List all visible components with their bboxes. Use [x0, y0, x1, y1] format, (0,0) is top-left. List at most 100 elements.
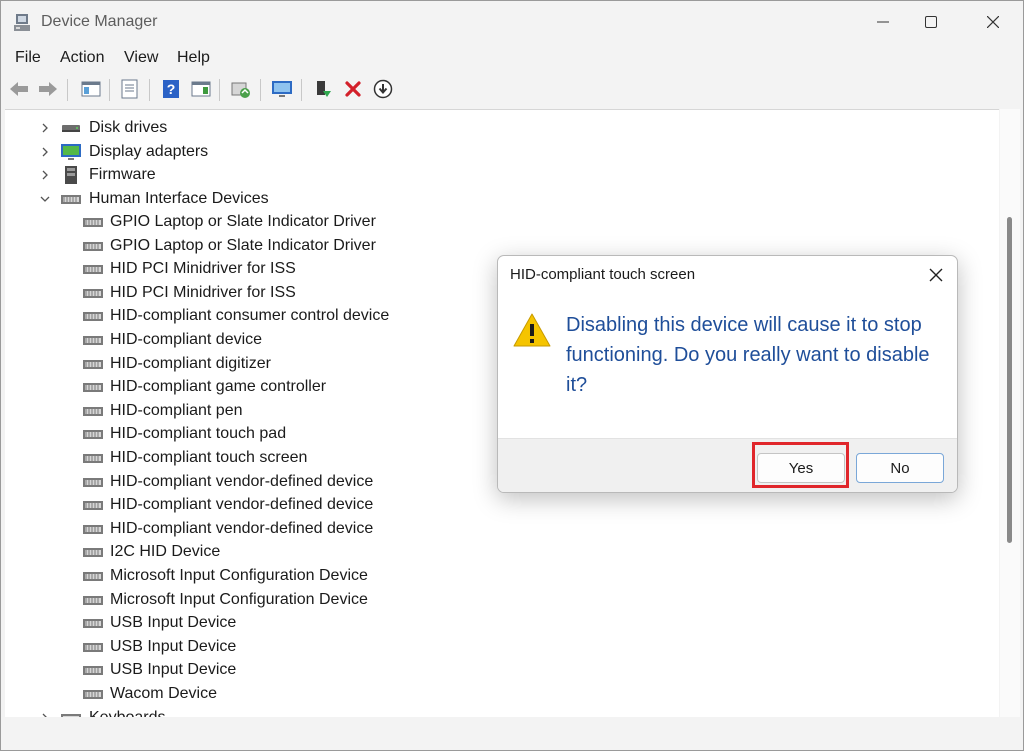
dialog-close-button[interactable]: [923, 262, 949, 288]
menu-view[interactable]: View: [124, 49, 158, 67]
hid-device-item[interactable]: HID-compliant consumer control device: [83, 304, 389, 327]
close-icon: [929, 268, 943, 282]
hid-device-item[interactable]: HID-compliant vendor-defined device: [83, 493, 373, 516]
hid-device-icon: [83, 359, 103, 369]
hid-device-item[interactable]: I2C HID Device: [83, 540, 220, 563]
hid-device-item[interactable]: HID-compliant game controller: [83, 375, 326, 398]
hid-device-item[interactable]: Microsoft Input Configuration Device: [83, 564, 368, 587]
minimize-button[interactable]: [858, 1, 908, 43]
chevron-right-icon[interactable]: [39, 169, 51, 181]
hid-device-item[interactable]: HID-compliant digitizer: [83, 352, 271, 375]
hid-device-icon: [83, 335, 103, 345]
close-window-button[interactable]: [968, 1, 1018, 43]
chevron-down-icon[interactable]: [39, 193, 51, 205]
title-bar: Device Manager: [1, 1, 1023, 43]
menu-action[interactable]: Action: [60, 49, 104, 67]
hid-device-label: HID-compliant vendor-defined device: [110, 472, 374, 490]
svg-text:?: ?: [167, 81, 176, 97]
uninstall-device-button[interactable]: [341, 77, 365, 101]
vertical-scrollbar[interactable]: [1000, 109, 1020, 717]
chevron-right-icon[interactable]: [39, 122, 51, 134]
tree-category-disk-drives[interactable]: Disk drives: [5, 116, 167, 139]
help-button[interactable]: ?: [159, 77, 183, 101]
scrollbar-thumb[interactable]: [1007, 217, 1012, 543]
toolbar-separator: [260, 79, 261, 101]
show-hide-console-tree-button[interactable]: [79, 77, 103, 101]
monitor-button[interactable]: [270, 77, 294, 101]
hid-device-label: HID PCI Minidriver for ISS: [110, 259, 296, 277]
dialog-footer: Yes No: [498, 438, 957, 492]
tree-category-firmware[interactable]: Firmware: [5, 163, 156, 186]
hid-device-item[interactable]: USB Input Device: [83, 611, 236, 634]
maximize-button[interactable]: [906, 1, 956, 43]
hid-device-label: HID-compliant game controller: [110, 377, 327, 395]
hid-device-icon: [83, 406, 103, 416]
hid-device-label: HID-compliant digitizer: [110, 354, 271, 372]
scan-hardware-changes-button[interactable]: [229, 77, 253, 101]
hid-device-label: USB Input Device: [110, 637, 237, 655]
update-driver-icon: [317, 81, 331, 97]
hid-device-label: HID-compliant touch pad: [110, 424, 287, 442]
tree-category-human-interface-devices[interactable]: Human Interface Devices: [5, 187, 269, 210]
toolbar-separator: [109, 79, 110, 101]
chevron-right-icon[interactable]: [39, 146, 51, 158]
hid-device-item[interactable]: Microsoft Input Configuration Device: [83, 588, 368, 611]
window-title: Device Manager: [41, 13, 158, 30]
tree-category-label: Firmware: [89, 165, 156, 183]
hid-device-icon: [83, 382, 103, 392]
menu-file[interactable]: File: [15, 49, 41, 67]
hid-device-item[interactable]: HID-compliant vendor-defined device: [83, 470, 373, 493]
device-manager-app-icon: [14, 14, 30, 31]
hid-device-icon: [83, 524, 103, 534]
hid-device-item[interactable]: HID PCI Minidriver for ISS: [83, 257, 296, 280]
hid-device-item[interactable]: HID PCI Minidriver for ISS: [83, 281, 296, 304]
hid-device-item[interactable]: HID-compliant touch screen: [83, 446, 307, 469]
hid-device-label: HID PCI Minidriver for ISS: [110, 283, 296, 301]
hid-device-label: USB Input Device: [110, 613, 237, 631]
hid-device-icon: [83, 595, 103, 605]
menu-bar: File Action View Help: [1, 45, 1023, 71]
hid-device-item[interactable]: GPIO Laptop or Slate Indicator Driver: [83, 210, 376, 233]
device-manager-window: Device Manager File Action View Help ? D…: [0, 0, 1024, 751]
dialog-title: HID-compliant touch screen: [510, 266, 696, 283]
hid-device-label: USB Input Device: [110, 660, 237, 678]
forward-button[interactable]: [36, 77, 60, 101]
hid-device-item[interactable]: USB Input Device: [83, 658, 236, 681]
maximize-icon: [925, 16, 937, 28]
tree-category-label: Disk drives: [89, 118, 168, 136]
hid-device-icon: [83, 429, 103, 439]
hid-device-item[interactable]: USB Input Device: [83, 635, 236, 658]
hid-device-item[interactable]: HID-compliant vendor-defined device: [83, 517, 373, 540]
hid-device-item[interactable]: GPIO Laptop or Slate Indicator Driver: [83, 234, 376, 257]
menu-help[interactable]: Help: [177, 49, 210, 67]
hid-device-label: HID-compliant pen: [110, 401, 243, 419]
hid-device-item[interactable]: HID-compliant pen: [83, 399, 243, 422]
toolbar-separator: [67, 79, 68, 101]
disable-device-button[interactable]: [371, 77, 395, 101]
scan-hardware-icon: [231, 82, 250, 98]
hid-device-icon: [83, 217, 103, 227]
tree-category-display-adapters[interactable]: Display adapters: [5, 140, 208, 163]
hid-device-icon: [83, 477, 103, 487]
action-pane-button[interactable]: [189, 77, 213, 101]
dialog-message: Disabling this device will cause it to s…: [566, 314, 930, 396]
hid-device-icon: [83, 642, 103, 652]
close-icon: [987, 16, 999, 28]
hid-device-item[interactable]: Wacom Device: [83, 682, 217, 705]
yes-button-highlight: [752, 442, 849, 488]
hid-device-icon: [83, 689, 103, 699]
toolbar: ?: [1, 74, 1023, 106]
no-button[interactable]: No: [856, 453, 944, 483]
properties-icon: [121, 79, 138, 99]
properties-button[interactable]: [118, 77, 142, 101]
disk-drive-icon: [62, 124, 80, 132]
hid-device-item[interactable]: HID-compliant device: [83, 328, 262, 351]
tree-category-label: Human Interface Devices: [89, 189, 269, 207]
back-button[interactable]: [7, 77, 31, 101]
hid-device-item[interactable]: HID-compliant touch pad: [83, 422, 286, 445]
hid-device-label: Microsoft Input Configuration Device: [110, 590, 368, 608]
monitor-icon: [272, 81, 292, 97]
update-driver-button[interactable]: [311, 77, 335, 101]
hid-device-label: HID-compliant consumer control device: [110, 306, 390, 324]
hid-device-icon: [83, 618, 103, 628]
